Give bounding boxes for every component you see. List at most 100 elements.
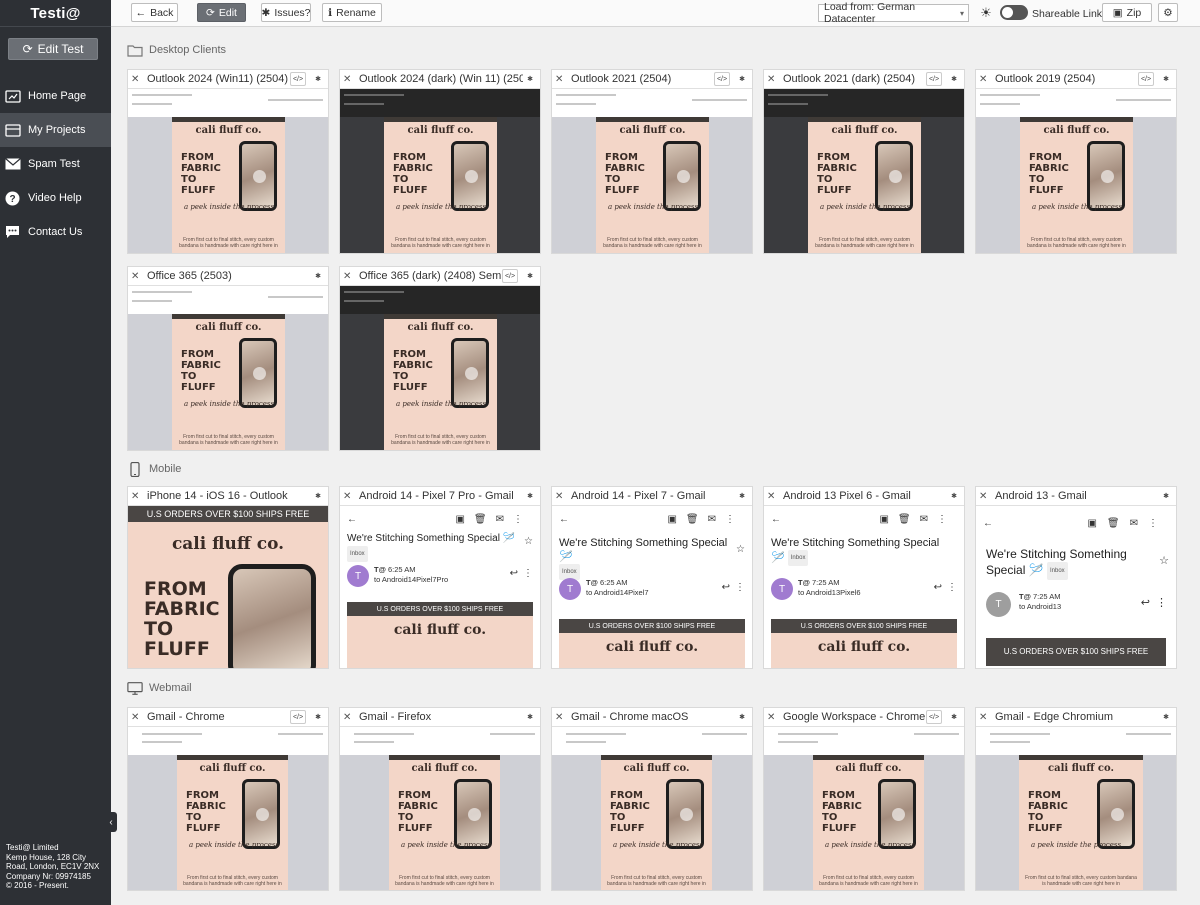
bug-icon[interactable]: ✱ (1159, 710, 1173, 724)
email-preview[interactable]: ← ▣🗑✉⋮ We're Stitching Something Special… (764, 506, 964, 668)
datacenter-select[interactable]: Load from: German Datacenter ▾ (818, 1, 969, 25)
email-preview[interactable]: cali fluff co. FROM FABRIC TO FLUFF a pe… (552, 727, 752, 890)
email-preview[interactable]: cali fluff co. FROM FABRIC TO FLUFF a pe… (128, 89, 328, 253)
tools-icon: ✕ (555, 490, 564, 502)
edit-test-button[interactable]: ⟳ Edit Test (8, 38, 98, 60)
client-card[interactable]: ✕ Gmail - Firefox ✱ cali fluff co. FROM … (339, 707, 541, 891)
sidebar-item-contact-us[interactable]: Contact Us (0, 215, 111, 249)
bug-icon[interactable]: ✱ (311, 489, 325, 503)
sidebar-item-spam-test[interactable]: Spam Test (0, 147, 111, 181)
bug-icon[interactable]: ✱ (947, 489, 961, 503)
client-card[interactable]: ✕ Office 365 (dark) (2408) Semi </> ✱ ca… (339, 266, 541, 451)
preview-header (764, 727, 964, 755)
card-header: ✕ Google Workspace - Chrome </> ✱ (764, 708, 964, 727)
code-icon[interactable]: </> (714, 72, 730, 86)
email-script: a peek inside the process (613, 841, 704, 849)
email-preview[interactable]: cali fluff co. FROM FABRIC TO FLUFF a pe… (340, 89, 540, 253)
client-card[interactable]: ✕ Gmail - Chrome </> ✱ cali fluff co. FR… (127, 707, 329, 891)
email-body: cali fluff co. FROM FABRIC TO FLUFF a pe… (384, 117, 497, 253)
email-preview[interactable]: cali fluff co. FROM FABRIC TO FLUFF a pe… (340, 727, 540, 890)
email-script: a peek inside the process (396, 203, 487, 211)
bug-icon[interactable]: ✱ (1159, 489, 1173, 503)
email-preview[interactable]: cali fluff co. FROM FABRIC TO FLUFF a pe… (552, 89, 752, 253)
email-brand: cali fluff co. (199, 763, 266, 774)
code-icon[interactable]: </> (290, 72, 306, 86)
code-icon[interactable]: </> (502, 269, 518, 283)
card-header: ✕ Gmail - Chrome macOS ✱ (552, 708, 752, 727)
email-preview[interactable]: cali fluff co. FROM FABRIC TO FLUFF a pe… (976, 727, 1176, 890)
edit-button[interactable]: ⟳ Edit (197, 3, 246, 22)
reply-icon: ↩ (1140, 597, 1150, 609)
sidebar-item-home[interactable]: Home Page (0, 79, 111, 113)
email-script: a peek inside the process (1031, 841, 1122, 849)
shareable-link-toggle[interactable] (1000, 5, 1028, 20)
client-card[interactable]: ✕ Outlook 2024 (dark) (Win 11) (2504) ✱ … (339, 69, 541, 254)
client-card[interactable]: ✕ iPhone 14 - iOS 16 - Outlook ✱ U.S ORD… (127, 486, 329, 669)
preview-canvas: cali fluff co. FROM FABRIC TO FLUFF a pe… (128, 117, 328, 253)
code-icon[interactable]: </> (926, 710, 942, 724)
client-card[interactable]: ✕ Office 365 (2503) ✱ cali fluff co. FRO… (127, 266, 329, 451)
email-subject: We're Stitching Something Special 🪡 Inbo… (559, 536, 734, 580)
avatar: T (559, 578, 581, 600)
rename-button[interactable]: ℹ Rename (322, 3, 382, 22)
client-card[interactable]: ✕ Outlook 2021 (dark) (2504) </> ✱ cali … (763, 69, 965, 254)
client-card[interactable]: ✕ Gmail - Edge Chromium ✱ cali fluff co.… (975, 707, 1177, 891)
bug-icon[interactable]: ✱ (311, 269, 325, 283)
results-grid: Desktop Clients ✕ Outlook 2024 (Win11) (… (111, 28, 1200, 905)
zip-button[interactable]: ▣ Zip (1102, 3, 1152, 22)
bug-icon[interactable]: ✱ (523, 269, 537, 283)
datacenter-select-value: Load from: German Datacenter (824, 1, 916, 25)
bug-icon: ✱ (261, 6, 271, 19)
bug-icon[interactable]: ✱ (311, 710, 325, 724)
client-card[interactable]: ✕ Android 13 - Gmail ✱ ← ▣🗑✉⋮ We're Stit… (975, 486, 1177, 669)
bug-icon[interactable]: ✱ (523, 710, 537, 724)
app-logo[interactable]: Testi@ (0, 0, 111, 27)
bug-icon[interactable]: ✱ (735, 72, 749, 86)
client-card[interactable]: ✕ Outlook 2019 (2504) </> ✱ cali fluff c… (975, 69, 1177, 254)
bug-icon[interactable]: ✱ (735, 710, 749, 724)
bug-icon[interactable]: ✱ (735, 489, 749, 503)
client-card[interactable]: ✕ Outlook 2021 (2504) </> ✱ cali fluff c… (551, 69, 753, 254)
bug-icon[interactable]: ✱ (523, 72, 537, 86)
email-preview[interactable]: cali fluff co. FROM FABRIC TO FLUFF a pe… (764, 89, 964, 253)
client-card[interactable]: ✕ Android 14 - Pixel 7 - Gmail ✱ ← ▣🗑✉⋮ … (551, 486, 753, 669)
email-body-text: From first cut to final stitch, every cu… (395, 875, 494, 887)
back-button[interactable]: ← Back (131, 3, 178, 22)
sender-name: T@ (798, 578, 810, 587)
client-card[interactable]: ✕ Google Workspace - Chrome </> ✱ cali f… (763, 707, 965, 891)
issues-button[interactable]: ✱ Issues? (261, 3, 311, 22)
email-preview[interactable]: ← ▣🗑✉⋮ We're Stitching Something Special… (552, 506, 752, 668)
code-icon[interactable]: </> (290, 710, 306, 724)
client-card[interactable]: ✕ Gmail - Chrome macOS ✱ cali fluff co. … (551, 707, 753, 891)
shipping-banner (389, 755, 500, 760)
client-card[interactable]: ✕ Outlook 2024 (Win11) (2504) </> ✱ cali… (127, 69, 329, 254)
sidebar-item-projects[interactable]: My Projects (0, 113, 111, 147)
bug-icon[interactable]: ✱ (947, 710, 961, 724)
bug-icon[interactable]: ✱ (1159, 72, 1173, 86)
bug-icon[interactable]: ✱ (311, 72, 325, 86)
sidebar-item-video-help[interactable]: ? Video Help (0, 181, 111, 215)
company-footer: Testi@ Limited Kemp House, 128 City Road… (6, 843, 99, 891)
client-card[interactable]: ✕ Android 14 - Pixel 7 Pro - Gmail ✱ ← ▣… (339, 486, 541, 669)
email-preview[interactable]: cali fluff co. FROM FABRIC TO FLUFF a pe… (764, 727, 964, 890)
theme-toggle-icon[interactable]: ☀ (978, 5, 994, 21)
email-preview[interactable]: U.S ORDERS OVER $100 SHIPS FREE cali flu… (128, 506, 328, 668)
email-preview[interactable]: ← ▣🗑✉⋮ We're Stitching Something Special… (976, 506, 1176, 668)
code-icon[interactable]: </> (1138, 72, 1154, 86)
email-preview[interactable]: cali fluff co. FROM FABRIC TO FLUFF a pe… (340, 286, 540, 450)
email-body-text: From first cut to final stitch, every cu… (179, 434, 278, 446)
email-preview[interactable]: cali fluff co. FROM FABRIC TO FLUFF a pe… (128, 727, 328, 890)
client-card[interactable]: ✕ Android 13 Pixel 6 - Gmail ✱ ← ▣🗑✉⋮ We… (763, 486, 965, 669)
settings-button[interactable]: ⚙ (1158, 3, 1178, 22)
shipping-banner (1020, 117, 1133, 122)
email-preview[interactable]: ← ▣🗑✉⋮ We're Stitching Something Special… (340, 506, 540, 668)
email-preview[interactable]: cali fluff co. FROM FABRIC TO FLUFF a pe… (976, 89, 1176, 253)
more-icon: ⋮ (947, 582, 957, 593)
code-icon[interactable]: </> (926, 72, 942, 86)
bug-icon[interactable]: ✱ (523, 489, 537, 503)
arrow-left-icon: ← (771, 514, 781, 525)
email-preview[interactable]: cali fluff co. FROM FABRIC TO FLUFF a pe… (128, 286, 328, 450)
bug-icon[interactable]: ✱ (947, 72, 961, 86)
preview-header (128, 89, 328, 117)
card-header: ✕ Gmail - Edge Chromium ✱ (976, 708, 1176, 727)
